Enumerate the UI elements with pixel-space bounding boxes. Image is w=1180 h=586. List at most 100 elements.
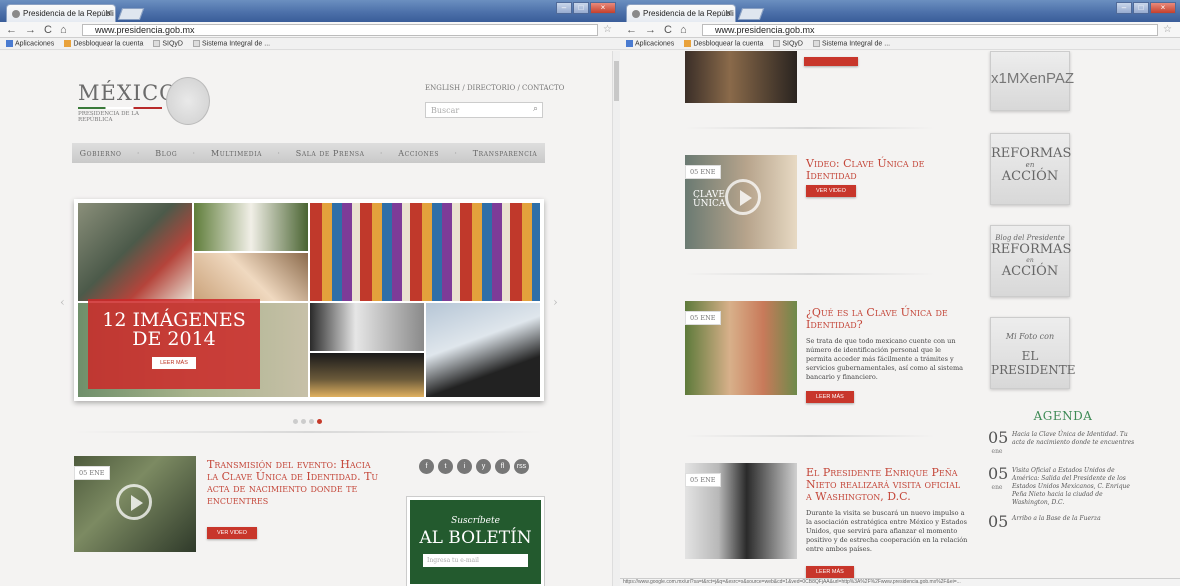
play-icon[interactable] [116,484,152,520]
slide-photo [194,203,308,251]
agenda-heading: AGENDA [1033,409,1093,423]
scrollbar-thumb[interactable] [614,61,619,101]
menu-item-gobierno[interactable]: Gobierno [80,149,122,158]
close-window-button[interactable]: × [590,2,616,14]
address-bar[interactable]: www.presidencia.gob.mx [702,24,1158,36]
slider-prev-icon[interactable]: ‹ [60,295,65,309]
reload-icon[interactable]: C [44,24,52,36]
news-title[interactable]: Video: Clave Única de Identidad [806,158,966,182]
rss-icon[interactable]: rss [514,459,529,474]
reload-icon[interactable]: C [664,24,672,36]
logo-title: MÉXICO [78,81,178,105]
leer-mas-button[interactable] [804,57,858,66]
bookmark-siqyd[interactable]: SIQyD [153,39,183,47]
windows-icon [64,39,72,47]
maximize-button[interactable]: □ [1133,2,1149,14]
agenda-item[interactable]: 05 ene Visita Oficial a Estados Unidos de… [988,466,1138,507]
slide-photo [78,203,192,301]
close-tab-icon[interactable]: × [726,8,731,18]
slide-photo [310,203,540,301]
instagram-icon[interactable]: i [457,459,472,474]
forward-icon[interactable]: → [25,24,36,36]
slider-dot[interactable] [309,419,314,424]
slide-photo [310,353,424,397]
slider-dot[interactable] [293,419,298,424]
home-icon[interactable]: ⌂ [60,24,67,36]
email-field[interactable]: Ingresa tu e-mail [423,554,528,567]
news-title[interactable]: Transmisión del evento: Hacia la Clave Ú… [207,459,382,507]
top-links[interactable]: ENGLISH / DIRECTORIO / CONTACTO [425,84,564,92]
browser-tab[interactable]: Presidencia de la Repúbli × [6,4,116,22]
bookmark-siqyd[interactable]: SIQyD [773,39,803,47]
tab-title: Presidencia de la Repúbli [643,9,734,18]
reformas-banner[interactable]: REFORMAS en ACCIÓN [990,133,1071,205]
twitter-icon[interactable]: t [438,459,453,474]
page-icon [773,39,781,47]
ver-video-button[interactable]: VER VIDEO [207,527,257,539]
slider-dot-active[interactable] [317,419,322,424]
news-thumbnail[interactable] [685,51,797,103]
news-thumbnail[interactable]: 05 ENE [685,301,797,395]
bookmark-unlock[interactable]: Desbloquear la cuenta [684,39,763,47]
browser-tab[interactable]: Presidencia de la Repúbli × [626,4,736,22]
leer-mas-button[interactable]: LEER MÁS [152,357,196,369]
search-input[interactable]: Buscar ⌕ [425,102,543,118]
bookmark-star-icon[interactable]: ☆ [1163,24,1172,35]
window-controls: – □ × [1116,2,1176,14]
leer-mas-button[interactable]: LEER MÁS [806,566,854,578]
site-logo[interactable]: MÉXICO PRESIDENCIA DE LA REPÚBLICA [78,81,178,123]
news-thumbnail[interactable]: 05 ENE [685,463,797,559]
slider-next-icon[interactable]: › [553,295,558,309]
news-title[interactable]: ¿Qué es la Clave Única de Identidad? [806,307,966,331]
flag-stripe [78,107,162,109]
bookmark-sistema[interactable]: Sistema Integral de ... [813,39,890,47]
youtube-icon[interactable]: y [476,459,491,474]
slider-dot[interactable] [301,419,306,424]
scrollbar[interactable] [612,51,620,586]
menu-item-sala-de-prensa[interactable]: Sala de Prensa [296,149,365,158]
bookmark-unlock[interactable]: Desbloquear la cuenta [64,39,143,47]
close-tab-icon[interactable]: × [106,8,111,18]
menu-item-transparencia[interactable]: Transparencia [473,149,538,158]
back-icon[interactable]: ← [6,24,17,36]
bookmark-apps[interactable]: Aplicaciones [6,39,54,47]
new-tab-button[interactable] [117,8,145,20]
x1mxenpaz-banner[interactable]: x1MXenPAZ [990,51,1074,111]
address-bar[interactable]: www.presidencia.gob.mx [82,24,598,36]
ver-video-button[interactable]: VER VIDEO [806,185,856,197]
image-slider[interactable]: 12 IMÁGENES DE 2014 LEER MÁS [74,199,544,401]
home-icon[interactable]: ⌂ [680,24,687,36]
agenda-item[interactable]: 05 ene Hacia la Clave Única de Identidad.… [988,430,1138,459]
minimize-button[interactable]: – [556,2,572,14]
browser-window-right: Presidencia de la Repúbli × – □ × ← → C ⌂ w… [620,0,1180,586]
minimize-button[interactable]: – [1116,2,1132,14]
news-date: 05 ENE [685,165,721,179]
blog-presidente-banner[interactable]: Blog del Presidente REFORMAS en ACCIÓN [990,225,1071,297]
flickr-icon[interactable]: fl [495,459,510,474]
menu-item-multimedia[interactable]: Multimedia [211,149,262,158]
play-icon[interactable] [725,179,761,215]
news-thumbnail[interactable]: 05 ENE [74,456,196,552]
page-icon [193,39,200,47]
mi-foto-banner[interactable]: Mi Foto con EL PRESIDENTE [990,317,1075,389]
page-content: MÉXICO PRESIDENCIA DE LA REPÚBLICA ENGLI… [0,51,620,586]
new-tab-button[interactable] [737,8,765,20]
search-icon[interactable]: ⌕ [533,104,538,114]
maximize-button[interactable]: □ [573,2,589,14]
leer-mas-button[interactable]: LEER MÁS [806,391,854,403]
divider [74,431,544,433]
bookmark-star-icon[interactable]: ☆ [603,24,612,35]
close-window-button[interactable]: × [1150,2,1176,14]
news-thumbnail[interactable]: 05 ENE CLAVE ÚNICA [685,155,797,249]
bookmark-sistema[interactable]: Sistema Integral de ... [193,39,270,47]
favicon-icon [632,10,640,18]
bookmark-apps[interactable]: Aplicaciones [626,39,674,47]
menu-item-blog[interactable]: Blog [155,149,177,158]
forward-icon[interactable]: → [645,24,656,36]
agenda-item[interactable]: 05 Arribo a la Base de la Fuerza [988,514,1138,530]
news-title[interactable]: El Presidente Enrique Peña Nieto realiza… [806,467,966,503]
slide-photo [194,253,308,301]
back-icon[interactable]: ← [626,24,637,36]
facebook-icon[interactable]: f [419,459,434,474]
menu-item-acciones[interactable]: Acciones [398,149,439,158]
